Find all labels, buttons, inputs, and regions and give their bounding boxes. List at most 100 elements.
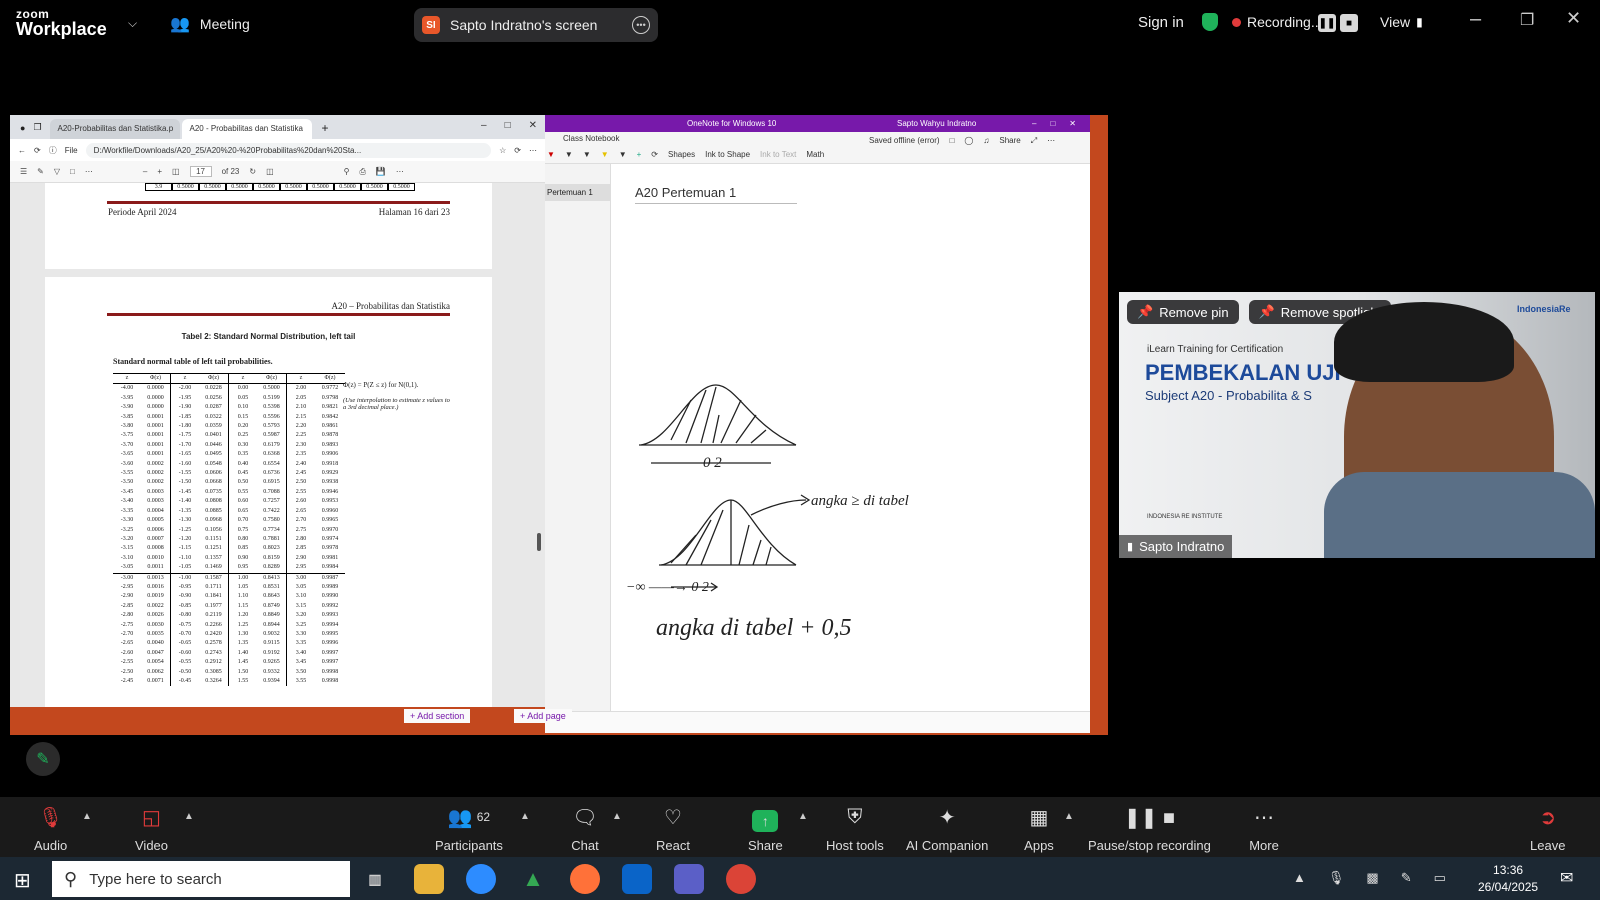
new-tab-icon[interactable]: + — [314, 121, 337, 139]
restore-icon[interactable]: □ — [505, 120, 511, 131]
tab-pdf-1[interactable]: A20-Probabilitas dan Statistika.p — [49, 119, 180, 139]
outlook-icon[interactable] — [622, 864, 652, 894]
favorite-star-icon[interactable]: ☆ — [499, 146, 506, 155]
print-icon[interactable]: ⎙ — [359, 167, 365, 177]
add-page-button[interactable]: + Add page — [514, 709, 572, 723]
math-button[interactable]: Math — [806, 150, 824, 159]
host-tools-button[interactable]: ⛨ Host tools — [826, 797, 884, 857]
fit-page-icon[interactable]: ◫ — [172, 167, 180, 176]
more-tools-icon[interactable]: ⋯ — [85, 167, 93, 176]
draw-icon[interactable]: ✎ — [37, 167, 44, 176]
video-options-caret-icon[interactable]: ▲ — [184, 811, 194, 822]
task-view-icon[interactable]: ▥ — [360, 864, 390, 894]
close-icon[interactable]: ✕ — [529, 120, 537, 131]
onenote-page-title[interactable]: A20 Pertemuan 1 — [635, 185, 797, 204]
tab-actions-icon[interactable]: ❐ — [33, 122, 47, 139]
chat-button[interactable]: 🗨 Chat — [570, 797, 600, 857]
microphone-icon[interactable]: 🎙 — [1328, 870, 1345, 886]
close-icon[interactable]: ✕ — [1069, 119, 1076, 128]
zoom-out-icon[interactable]: – — [143, 167, 147, 176]
windows-start-icon[interactable]: ⊞ — [14, 868, 31, 893]
scrollbar-thumb[interactable] — [537, 533, 541, 551]
notebook-icon[interactable]: □ — [950, 136, 955, 146]
participants-options-caret-icon[interactable]: ▲ — [520, 811, 530, 822]
file-explorer-icon[interactable] — [414, 864, 444, 894]
page-list-item[interactable]: Pertemuan 1 — [545, 184, 610, 201]
taskbar-search[interactable]: ⚲ Type here to search — [52, 861, 350, 897]
react-button[interactable]: ♡ React — [656, 797, 690, 857]
minimize-icon[interactable]: – — [481, 120, 487, 131]
pause-recording-icon[interactable]: ❚❚ — [1318, 14, 1336, 32]
more-icon[interactable]: ⋯ — [1047, 136, 1055, 146]
minimize-icon[interactable]: – — [1032, 119, 1036, 128]
audio-button[interactable]: 🎙 Audio — [34, 797, 67, 857]
pen-icon[interactable]: ✎ — [1401, 870, 1412, 886]
encryption-shield-icon[interactable] — [1202, 13, 1218, 31]
refresh-icon[interactable]: ⟳ — [514, 146, 521, 155]
apps-options-caret-icon[interactable]: ▲ — [1064, 811, 1074, 822]
add-section-button[interactable]: + Add section — [404, 709, 471, 723]
more-button[interactable]: ⋯ More — [1249, 797, 1279, 857]
apps-button[interactable]: ▦ Apps — [1024, 797, 1054, 857]
zoom-logo[interactable]: zoom Workplace — [16, 8, 107, 38]
speaker-video-tile[interactable]: 📌 Remove pin 📌 Remove spotlight iLearn Tra… — [1119, 292, 1595, 558]
add-pen-icon[interactable]: + — [637, 150, 642, 159]
minimize-icon[interactable]: – — [1470, 8, 1481, 31]
pdf-viewport[interactable]: 3.9 0.5000 0.5000 0.5000 0.5000 0.5000 0.5000 0… — [10, 183, 545, 707]
chevron-up-icon[interactable]: ▲ — [1293, 870, 1306, 886]
back-icon[interactable]: ← — [18, 146, 26, 155]
screen-capture-icon[interactable]: ▩ — [1366, 870, 1378, 886]
close-icon[interactable]: ✕ — [1566, 8, 1581, 29]
ink-to-text-button[interactable]: Ink to Text — [760, 150, 796, 159]
pen-black2-icon[interactable]: ▼ — [583, 150, 591, 159]
contents-icon[interactable]: ☰ — [20, 167, 27, 176]
highlighter-icon[interactable]: ▼ — [601, 150, 609, 159]
save-icon[interactable]: 💾 — [376, 167, 386, 176]
expand-icon[interactable]: ⤢ — [1031, 136, 1037, 146]
leave-button[interactable]: ➲ Leave — [1530, 797, 1565, 857]
chevron-down-icon[interactable]: ⌵ — [128, 16, 137, 31]
ink-to-shape-button[interactable]: Ink to Shape — [705, 150, 750, 159]
pen-black-icon[interactable]: ▼ — [565, 150, 573, 159]
rotate-icon[interactable]: ↻ — [249, 167, 256, 176]
more-options-icon[interactable]: ••• — [632, 16, 650, 34]
sign-in-link[interactable]: Sign in — [1138, 14, 1184, 31]
highlight-icon[interactable]: ▽ — [54, 167, 60, 176]
meeting-menu[interactable]: 👥 Meeting — [170, 14, 250, 34]
audio-options-caret-icon[interactable]: ▲ — [82, 811, 92, 822]
share-button[interactable]: Share — [999, 136, 1020, 146]
page-number-input[interactable]: 17 — [189, 166, 212, 177]
bell-icon[interactable]: ♫ — [983, 136, 989, 146]
profile-icon[interactable]: ● — [18, 123, 31, 139]
teams-icon[interactable] — [674, 864, 704, 894]
video-button[interactable]: ◱ Video — [135, 797, 168, 857]
notification-icon[interactable]: ✉ — [1560, 868, 1573, 888]
view-menu[interactable]: View ▮ — [1380, 14, 1423, 30]
more-icon[interactable]: ⋯ — [396, 167, 404, 176]
erase-icon[interactable]: □ — [70, 167, 75, 176]
chrome-icon[interactable] — [726, 864, 756, 894]
lasso-icon[interactable]: ⟳ — [651, 150, 658, 159]
zoom-app-icon[interactable] — [466, 864, 496, 894]
pause-stop-recording-button[interactable]: ❚❚ ■ Pause/stop recording — [1088, 797, 1211, 857]
zoom-in-icon[interactable]: + — [157, 167, 162, 176]
shapes-button[interactable]: Shapes — [668, 150, 695, 159]
stop-recording-icon[interactable]: ■ — [1340, 14, 1358, 32]
chat-options-caret-icon[interactable]: ▲ — [612, 811, 622, 822]
page-view-icon[interactable]: ◫ — [266, 167, 274, 176]
share-options-caret-icon[interactable]: ▲ — [798, 811, 808, 822]
google-drive-icon[interactable]: ▲ — [518, 864, 548, 894]
lightbulb-icon[interactable]: ◯ — [964, 136, 973, 146]
share-screen-button[interactable]: ↑ Share — [748, 797, 783, 857]
reload-icon[interactable]: ⟳ — [34, 146, 41, 155]
screen-share-indicator[interactable]: SI Sapto Indratno's screen ••• — [414, 8, 658, 42]
annotate-pen-icon[interactable]: ✎ — [26, 742, 60, 776]
pen-red-icon[interactable]: ▼ — [547, 150, 555, 159]
ink-canvas[interactable]: 0 2 angka ≥ di tabel −∞ ——→ 0 2 angka di… — [611, 235, 1090, 655]
clock[interactable]: 13:36 26/04/2025 — [1478, 862, 1538, 896]
url-field[interactable]: D:/Workfile/Downloads/A20_25/A20%20-%20P… — [85, 142, 492, 158]
menu-icon[interactable]: ⋯ — [529, 146, 537, 155]
firefox-icon[interactable] — [570, 864, 600, 894]
pen-black3-icon[interactable]: ▼ — [619, 150, 627, 159]
restore-icon[interactable]: □ — [1050, 119, 1055, 128]
